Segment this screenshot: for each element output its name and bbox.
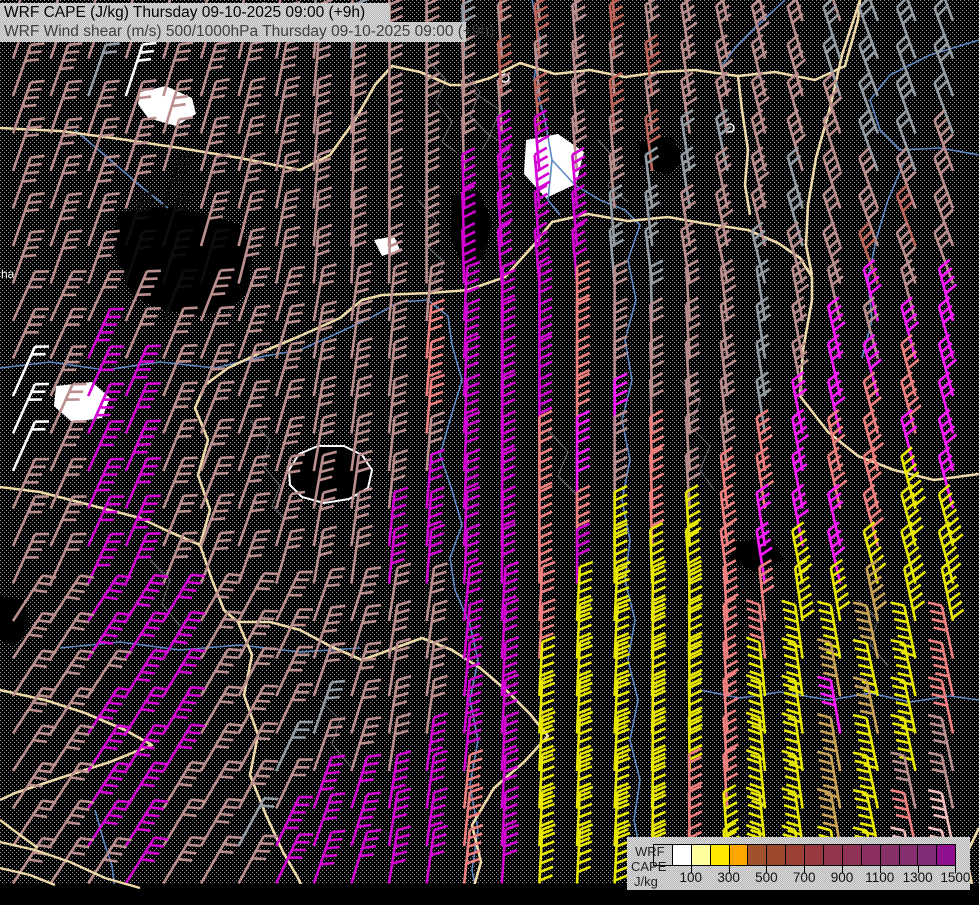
cape-scale-swatch	[823, 844, 843, 866]
cape-scale-swatch	[879, 844, 900, 866]
map-title-cape-text: WRF CAPE (J/kg) Thursday 09-10-2025 09:0…	[4, 4, 366, 21]
cape-color-bar	[653, 844, 957, 866]
weather-map: ha	[0, 0, 979, 901]
wind-barb-field: ha	[0, 0, 979, 901]
cape-scale-swatch	[841, 844, 862, 866]
cape-legend: WRF CAPE J/kg 100 300 500 700 900 1100 1300 150…	[627, 837, 970, 890]
cape-scale-swatch	[804, 844, 825, 866]
cape-scale-swatch	[690, 844, 711, 866]
cape-scale-swatch	[917, 844, 938, 866]
cape-scale-swatch	[936, 844, 957, 866]
place-label: ha	[1, 267, 15, 281]
cape-scale-swatch	[785, 844, 806, 866]
cape-scale-swatch	[653, 844, 673, 866]
map-title-shear: WRF Wind shear (m/s) 500/1000hPa Thursda…	[0, 22, 494, 42]
cape-scale-swatch	[898, 844, 919, 866]
cape-scale-swatch	[766, 844, 787, 866]
map-title-shear-text: WRF Wind shear (m/s) 500/1000hPa Thursda…	[4, 23, 495, 40]
cape-scale-swatch	[671, 844, 692, 866]
cape-scale-swatch	[860, 844, 881, 866]
cape-scale-swatch	[747, 844, 768, 866]
cape-scale-swatch	[728, 844, 749, 866]
map-title-cape: WRF CAPE (J/kg) Thursday 09-10-2025 09:0…	[0, 3, 390, 22]
cape-scale-label: 1500	[940, 870, 971, 885]
cape-scale-swatch	[709, 844, 730, 866]
legend-label-unit: J/kg	[634, 874, 658, 889]
